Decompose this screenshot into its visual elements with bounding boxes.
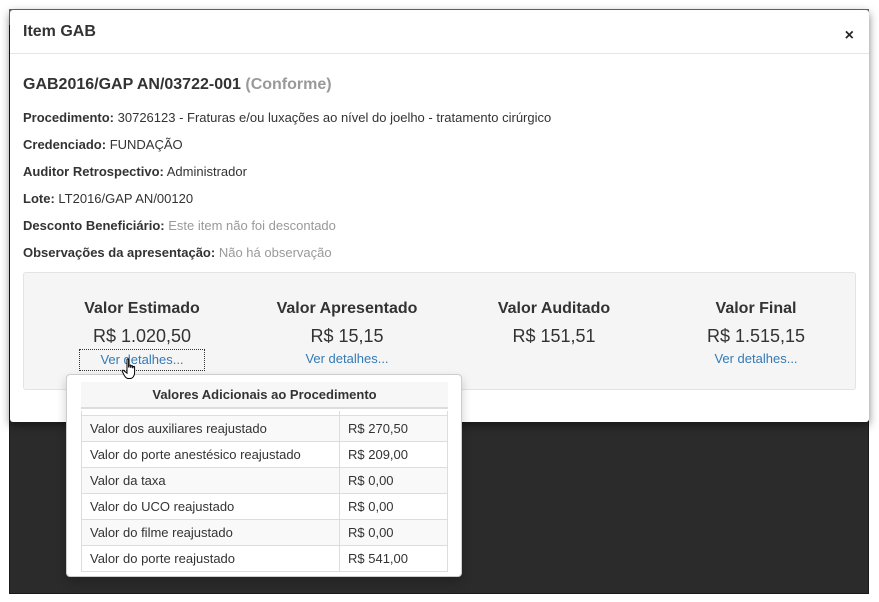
row-value: R$ 0,00 [339, 492, 448, 520]
table-row: Valor dos auxiliares reajustado R$ 270,5… [81, 414, 448, 442]
row-name: Valor do porte anestésico reajustado [81, 440, 340, 468]
field-value: LT2016/GAP AN/00120 [58, 191, 194, 206]
field-label: Procedimento: [23, 110, 115, 125]
value-label: Valor Apresentado [276, 300, 418, 317]
row-name: Valor do porte reajustado [81, 544, 340, 572]
field-value: 30726123 - Fraturas e/ou luxações ao nív… [117, 110, 552, 125]
row-name: Valor do UCO reajustado [81, 492, 340, 520]
table-row: Valor do filme reajustado R$ 0,00 [81, 518, 448, 546]
row-value: R$ 209,00 [339, 440, 448, 468]
modal-title: Item GAB [23, 23, 96, 40]
field-value: Este item não foi descontado [168, 218, 336, 233]
modal-body: GAB2016/GAP AN/03722-001 (Conforme) Proc… [10, 54, 869, 266]
popover-title: Valores Adicionais ao Procedimento [81, 382, 448, 409]
valores-adicionais-table: Valor dos auxiliares reajustado R$ 270,5… [81, 411, 448, 572]
field-value: Administrador [166, 164, 247, 179]
ver-detalhes-apresentado-link[interactable]: Ver detalhes... [285, 349, 408, 371]
table-row: Valor do UCO reajustado R$ 0,00 [81, 492, 448, 520]
value-auditado: Valor Auditado R$ 151,51 [450, 298, 658, 349]
field-auditor: Auditor Retrospectivo: Administrador [23, 158, 856, 185]
valores-adicionais-popover: Valores Adicionais ao Procedimento Valor… [66, 374, 462, 577]
ver-detalhes-estimado-link[interactable]: Ver detalhes... [79, 349, 205, 371]
values-panel: Valor Estimado R$ 1.020,50 Ver detalhes.… [23, 272, 856, 390]
field-observacoes: Observações da apresentação: Não há obse… [23, 239, 856, 266]
screen: Item GAB × GAB2016/GAP AN/03722-001 (Con… [0, 0, 879, 602]
item-code: GAB2016/GAP AN/03722-001 [23, 76, 241, 93]
value-final: Valor Final R$ 1.515,15 Ver detalhes... [652, 298, 860, 371]
row-name: Valor da taxa [81, 466, 340, 494]
value-label: Valor Estimado [84, 300, 200, 317]
value-amount: R$ 151,51 [512, 326, 596, 346]
item-status: (Conforme) [245, 76, 332, 93]
field-desconto: Desconto Beneficiário: Este item não foi… [23, 212, 856, 239]
value-amount: R$ 15,15 [310, 326, 384, 346]
field-lote: Lote: LT2016/GAP AN/00120 [23, 185, 856, 212]
field-label: Desconto Beneficiário: [23, 218, 165, 233]
close-icon[interactable]: × [845, 28, 854, 44]
value-estimado: Valor Estimado R$ 1.020,50 Ver detalhes.… [38, 298, 246, 371]
row-value: R$ 0,00 [339, 518, 448, 546]
field-value: FUNDAÇÃO [109, 137, 183, 152]
hand-pointer-icon [121, 358, 136, 379]
value-amount: R$ 1.515,15 [706, 326, 806, 346]
field-label: Observações da apresentação: [23, 245, 216, 260]
table-row: Valor do porte anestésico reajustado R$ … [81, 440, 448, 468]
row-value: R$ 0,00 [339, 466, 448, 494]
row-name: Valor do filme reajustado [81, 518, 340, 546]
table-row: Valor do porte reajustado R$ 541,00 [81, 544, 448, 572]
ver-detalhes-final-link[interactable]: Ver detalhes... [694, 349, 817, 371]
value-amount: R$ 1.020,50 [92, 326, 192, 346]
row-value: R$ 541,00 [339, 544, 448, 572]
field-label: Auditor Retrospectivo: [23, 164, 164, 179]
modal-header: Item GAB × [10, 10, 869, 54]
field-value: Não há observação [218, 245, 332, 260]
field-credenciado: Credenciado: FUNDAÇÃO [23, 131, 856, 158]
value-apresentado: Valor Apresentado R$ 15,15 Ver detalhes.… [243, 298, 451, 371]
field-label: Lote: [23, 191, 55, 206]
value-label: Valor Auditado [497, 300, 611, 317]
item-heading: GAB2016/GAP AN/03722-001 (Conforme) [23, 74, 856, 96]
field-label: Credenciado: [23, 137, 107, 152]
row-name: Valor dos auxiliares reajustado [81, 414, 340, 442]
field-procedimento: Procedimento: 30726123 - Fraturas e/ou l… [23, 104, 856, 131]
value-label: Valor Final [715, 300, 797, 317]
row-value: R$ 270,50 [339, 414, 448, 442]
table-row: Valor da taxa R$ 0,00 [81, 466, 448, 494]
